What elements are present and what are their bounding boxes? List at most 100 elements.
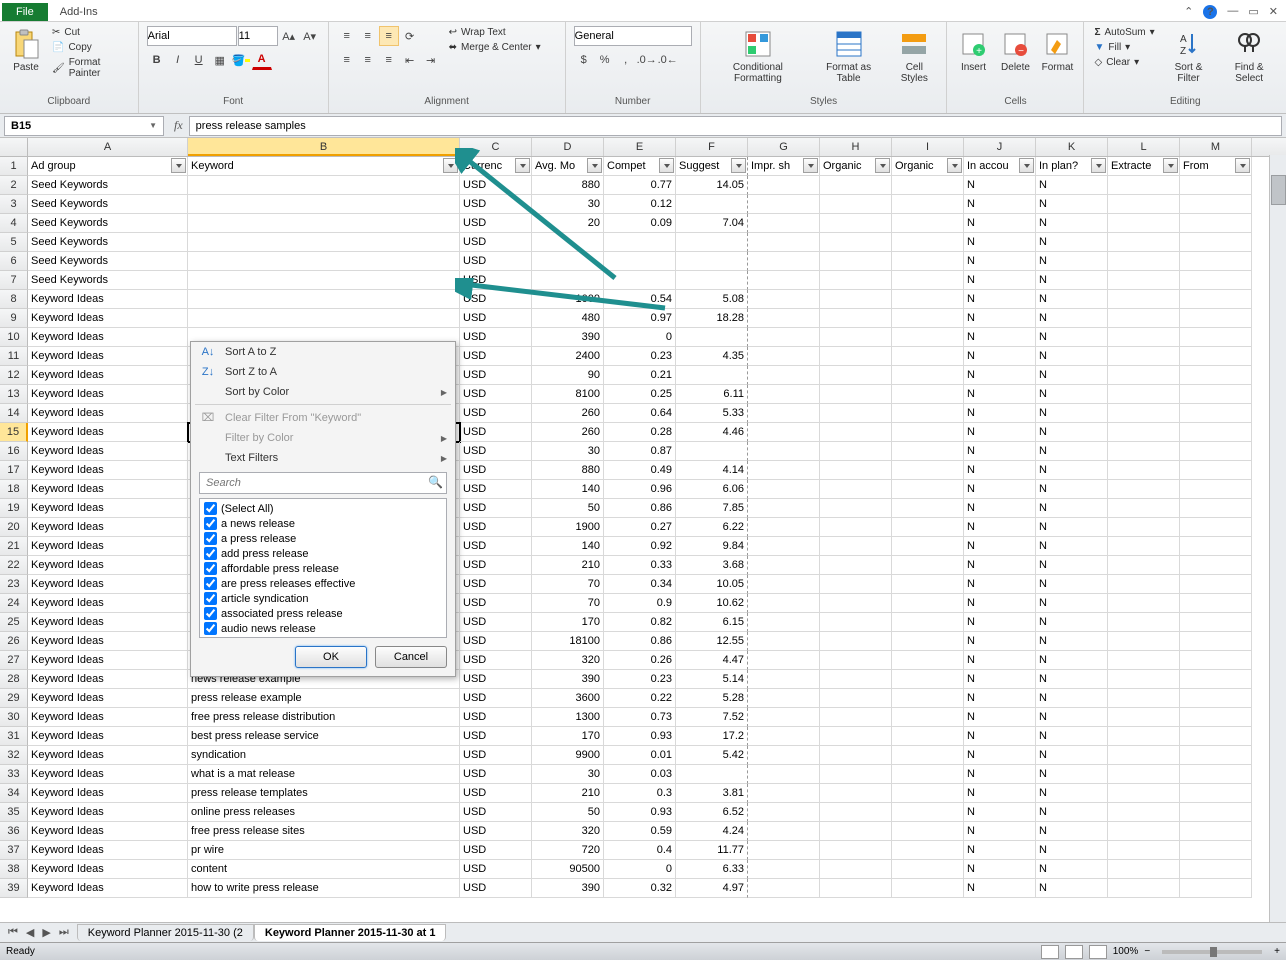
cell[interactable]: N: [1036, 176, 1108, 195]
cell[interactable]: N: [964, 708, 1036, 727]
cell[interactable]: 5.33: [676, 404, 748, 423]
cell[interactable]: USD: [460, 784, 532, 803]
cell[interactable]: [748, 727, 820, 746]
font-color-button[interactable]: A: [252, 50, 272, 70]
cell[interactable]: 14.05: [676, 176, 748, 195]
cell[interactable]: N: [1036, 309, 1108, 328]
cell[interactable]: 20: [532, 214, 604, 233]
cell[interactable]: USD: [460, 309, 532, 328]
cell[interactable]: N: [1036, 803, 1108, 822]
cell[interactable]: [748, 708, 820, 727]
cell[interactable]: [1108, 423, 1180, 442]
currency-button[interactable]: $: [574, 50, 594, 70]
cell[interactable]: N: [964, 746, 1036, 765]
cell[interactable]: [820, 651, 892, 670]
row-header[interactable]: 24: [0, 594, 28, 613]
filter-checkbox-item[interactable]: a news release: [202, 516, 444, 531]
cell[interactable]: N: [1036, 746, 1108, 765]
cell[interactable]: [748, 195, 820, 214]
ribbon-minimize-icon[interactable]: ⌃: [1182, 3, 1195, 21]
cell[interactable]: [1108, 499, 1180, 518]
cell[interactable]: N: [964, 784, 1036, 803]
cell[interactable]: [820, 423, 892, 442]
cell[interactable]: In plan?: [1036, 157, 1108, 176]
italic-button[interactable]: I: [168, 50, 188, 70]
cell[interactable]: pr wire: [188, 841, 460, 860]
cell[interactable]: 0.01: [604, 746, 676, 765]
sort-za-item[interactable]: Z↓Sort Z to A: [191, 362, 455, 382]
ok-button[interactable]: OK: [295, 646, 367, 668]
cell[interactable]: [1108, 271, 1180, 290]
cell[interactable]: N: [1036, 385, 1108, 404]
cell[interactable]: N: [1036, 556, 1108, 575]
cell[interactable]: N: [964, 613, 1036, 632]
cell[interactable]: N: [964, 670, 1036, 689]
cell[interactable]: Keyword Ideas: [28, 613, 188, 632]
cell[interactable]: N: [964, 822, 1036, 841]
cell[interactable]: N: [1036, 480, 1108, 499]
cell[interactable]: 260: [532, 423, 604, 442]
cell[interactable]: 18.28: [676, 309, 748, 328]
cell[interactable]: 0.59: [604, 822, 676, 841]
cell[interactable]: [1108, 689, 1180, 708]
cell[interactable]: 30: [532, 442, 604, 461]
number-format-select[interactable]: [574, 26, 692, 46]
cell[interactable]: [748, 518, 820, 537]
cell[interactable]: [748, 537, 820, 556]
cell[interactable]: 0: [604, 860, 676, 879]
cell[interactable]: [1108, 518, 1180, 537]
page-break-view-icon[interactable]: [1089, 945, 1107, 959]
cell[interactable]: N: [964, 404, 1036, 423]
cell[interactable]: [892, 803, 964, 822]
filter-checkbox-item[interactable]: a press release: [202, 531, 444, 546]
cell[interactable]: [1108, 575, 1180, 594]
sort-az-item[interactable]: A↓Sort A to Z: [191, 342, 455, 362]
tab-add-ins[interactable]: Add-Ins: [48, 3, 134, 21]
cell[interactable]: [748, 214, 820, 233]
col-header-J[interactable]: J: [964, 138, 1036, 156]
cell[interactable]: USD: [460, 803, 532, 822]
minimize-icon[interactable]: —: [1225, 3, 1240, 21]
cell[interactable]: N: [964, 651, 1036, 670]
cell[interactable]: 5.28: [676, 689, 748, 708]
cell[interactable]: [748, 271, 820, 290]
cell[interactable]: 0.93: [604, 727, 676, 746]
filter-checkbox-item[interactable]: add press release: [202, 546, 444, 561]
normal-view-icon[interactable]: [1041, 945, 1059, 959]
filter-checkbox-item[interactable]: are press releases effective: [202, 576, 444, 591]
percent-button[interactable]: %: [595, 50, 615, 70]
cell[interactable]: Keyword Ideas: [28, 594, 188, 613]
cell[interactable]: 0.23: [604, 670, 676, 689]
cell[interactable]: Avg. Mo: [532, 157, 604, 176]
cell[interactable]: USD: [460, 252, 532, 271]
cell[interactable]: 320: [532, 822, 604, 841]
cell[interactable]: Suggest: [676, 157, 748, 176]
cell[interactable]: [1108, 385, 1180, 404]
cell[interactable]: 0.9: [604, 594, 676, 613]
cell[interactable]: USD: [460, 423, 532, 442]
cell[interactable]: [748, 442, 820, 461]
cell[interactable]: [676, 233, 748, 252]
cell[interactable]: 30: [532, 195, 604, 214]
row-header[interactable]: 9: [0, 309, 28, 328]
cell[interactable]: N: [1036, 233, 1108, 252]
cell[interactable]: [892, 176, 964, 195]
cell[interactable]: From: [1180, 157, 1252, 176]
cell[interactable]: Keyword Ideas: [28, 841, 188, 860]
cell[interactable]: [1108, 366, 1180, 385]
cell[interactable]: Currenc: [460, 157, 532, 176]
cell[interactable]: 0.22: [604, 689, 676, 708]
cell[interactable]: 6.33: [676, 860, 748, 879]
cell[interactable]: Keyword Ideas: [28, 309, 188, 328]
row-header[interactable]: 30: [0, 708, 28, 727]
cell[interactable]: 0.12: [604, 195, 676, 214]
cell[interactable]: N: [1036, 784, 1108, 803]
cell[interactable]: Keyword Ideas: [28, 632, 188, 651]
row-header[interactable]: 29: [0, 689, 28, 708]
cell[interactable]: [892, 727, 964, 746]
cell[interactable]: 170: [532, 727, 604, 746]
cell[interactable]: [1108, 670, 1180, 689]
cell[interactable]: Keyword Ideas: [28, 537, 188, 556]
cell[interactable]: [1180, 233, 1252, 252]
cell[interactable]: [1108, 309, 1180, 328]
